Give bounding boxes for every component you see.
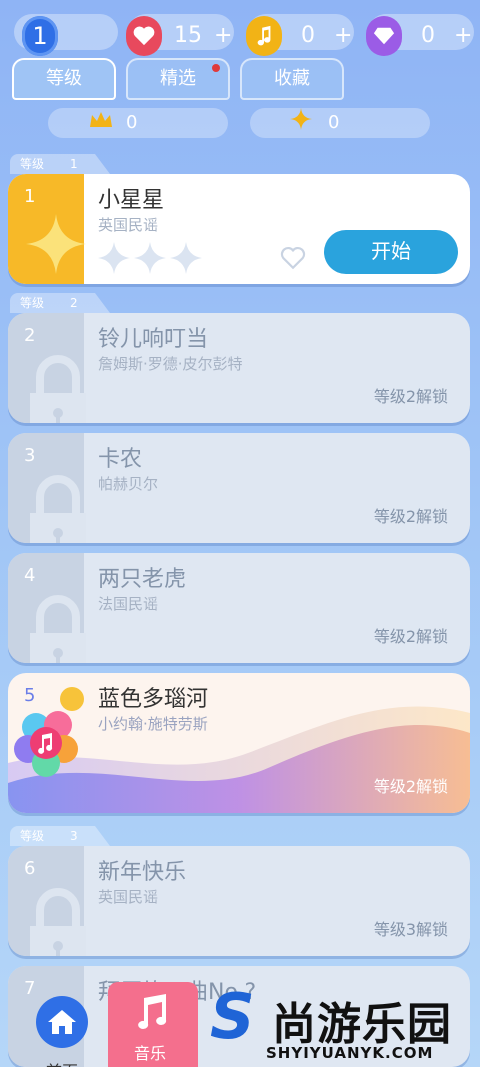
crown-value: 0 [126,112,138,133]
section-label-level-2: 等级 2 [10,293,110,313]
favorite-heart-icon[interactable] [280,246,306,274]
brand-url: SHYIYUANYK.COM [266,1044,434,1062]
song-card-2[interactable]: 2 铃儿响叮当 詹姆斯·罗德·皮尔彭特 等级2解锁 [8,313,470,423]
logo-s-icon: S [210,980,255,1053]
song-title: 两只老虎 [98,567,187,592]
song-cover: 1 [8,174,86,284]
tab-favorites[interactable]: 收藏 [240,58,344,100]
unlock-requirement: 等级2解锁 [373,777,448,796]
hearts-counter[interactable]: 15 + [126,14,234,56]
add-notes-button[interactable]: + [334,18,352,54]
sparkle-icon [26,214,86,274]
add-diamonds-button[interactable]: + [454,18,472,54]
song-cover: 2 [8,313,86,423]
song-artist: 詹姆斯·罗德·皮尔彭特 [98,355,243,373]
hearts-value: 15 [174,23,202,48]
song-number: 3 [24,445,36,466]
lock-icon [30,888,86,956]
crown-icon [88,108,114,138]
tab-level[interactable]: 等级 [12,58,116,100]
section-label-num: 2 [70,296,78,310]
brand-name: 尚游乐园 [272,999,452,1050]
home-icon [36,996,88,1048]
flower-music-icon [14,687,84,777]
music-note-icon [246,16,282,56]
crown-stat: 0 [48,108,228,138]
nav-music[interactable]: 音乐 [108,982,198,1067]
unlock-requirement: 等级3解锁 [373,920,448,939]
tab-featured[interactable]: 精选 [126,58,230,100]
section-label-num: 3 [70,829,78,843]
song-number: 4 [24,565,36,586]
level-badge: 1 [22,16,58,56]
song-card-6[interactable]: 6 新年快乐 英国民谣 等级3解锁 [8,846,470,956]
heart-icon [126,16,162,56]
section-label-num: 1 [70,157,78,171]
song-artist: 法国民谣 [98,595,159,613]
level-indicator[interactable]: 1 [14,14,118,56]
song-title: 蓝色多瑙河 [98,687,209,712]
song-card-4[interactable]: 4 两只老虎 法国民谣 等级2解锁 [8,553,470,663]
nav-home[interactable]: 首页 [26,996,96,1067]
unlock-requirement: 等级2解锁 [373,387,448,406]
star-value: 0 [328,112,340,133]
section-label-level-1: 等级 1 [10,154,110,174]
top-bar: 1 15 + 0 + 0 + [0,10,480,56]
star-stat: 0 [250,108,430,138]
notes-value: 0 [301,23,315,48]
section-label-text: 等级 [20,829,45,843]
song-number: 6 [24,858,36,879]
song-number: 2 [24,325,36,346]
song-number: 1 [24,186,36,207]
section-label-level-3: 等级 3 [10,826,110,846]
song-artist: 帕赫贝尔 [98,475,159,493]
nav-music-label: 音乐 [134,1044,167,1063]
bottom-nav: 首页 音乐 S 尚游乐园 SHYIYUANYK.COM [0,980,480,1067]
notes-counter[interactable]: 0 + [246,14,354,56]
song-title: 新年快乐 [98,860,187,885]
song-title: 铃儿响叮当 [98,327,209,352]
sparkle-icon [290,108,312,138]
song-cover: 3 [8,433,86,543]
tab-featured-label: 精选 [160,68,196,89]
diamonds-counter[interactable]: 0 + [366,14,474,56]
unlock-requirement: 等级2解锁 [373,507,448,526]
diamonds-value: 0 [421,23,435,48]
music-note-icon [138,994,167,1029]
song-cover: 6 [8,846,86,956]
section-label-text: 等级 [20,157,45,171]
add-hearts-button[interactable]: + [214,18,232,54]
song-title: 小星星 [98,188,165,213]
unlock-requirement: 等级2解锁 [373,627,448,646]
section-label-text: 等级 [20,296,45,310]
category-tabs: 等级 精选 收藏 [12,58,352,102]
song-cover: 4 [8,553,86,663]
song-artist: 小约翰·施特劳斯 [98,715,208,733]
notification-dot [212,64,220,72]
lock-icon [30,475,86,543]
song-card-1[interactable]: 1 小星星 英国民谣 开始 [8,174,470,284]
watermark-logo: S 尚游乐园 SHYIYUANYK.COM [210,986,480,1066]
song-artist: 英国民谣 [98,216,159,234]
diamond-icon [366,16,402,56]
song-title: 卡农 [98,447,143,472]
nav-home-label: 首页 [46,1058,78,1067]
song-card-5[interactable]: 5 蓝色多瑙河 小约翰·施特劳斯 等级2解锁 [8,673,470,813]
star-rating [96,240,206,276]
song-card-3[interactable]: 3 卡农 帕赫贝尔 等级2解锁 [8,433,470,543]
lock-icon [30,595,86,663]
lock-icon [30,355,86,423]
start-button[interactable]: 开始 [324,230,458,274]
song-artist: 英国民谣 [98,888,159,906]
